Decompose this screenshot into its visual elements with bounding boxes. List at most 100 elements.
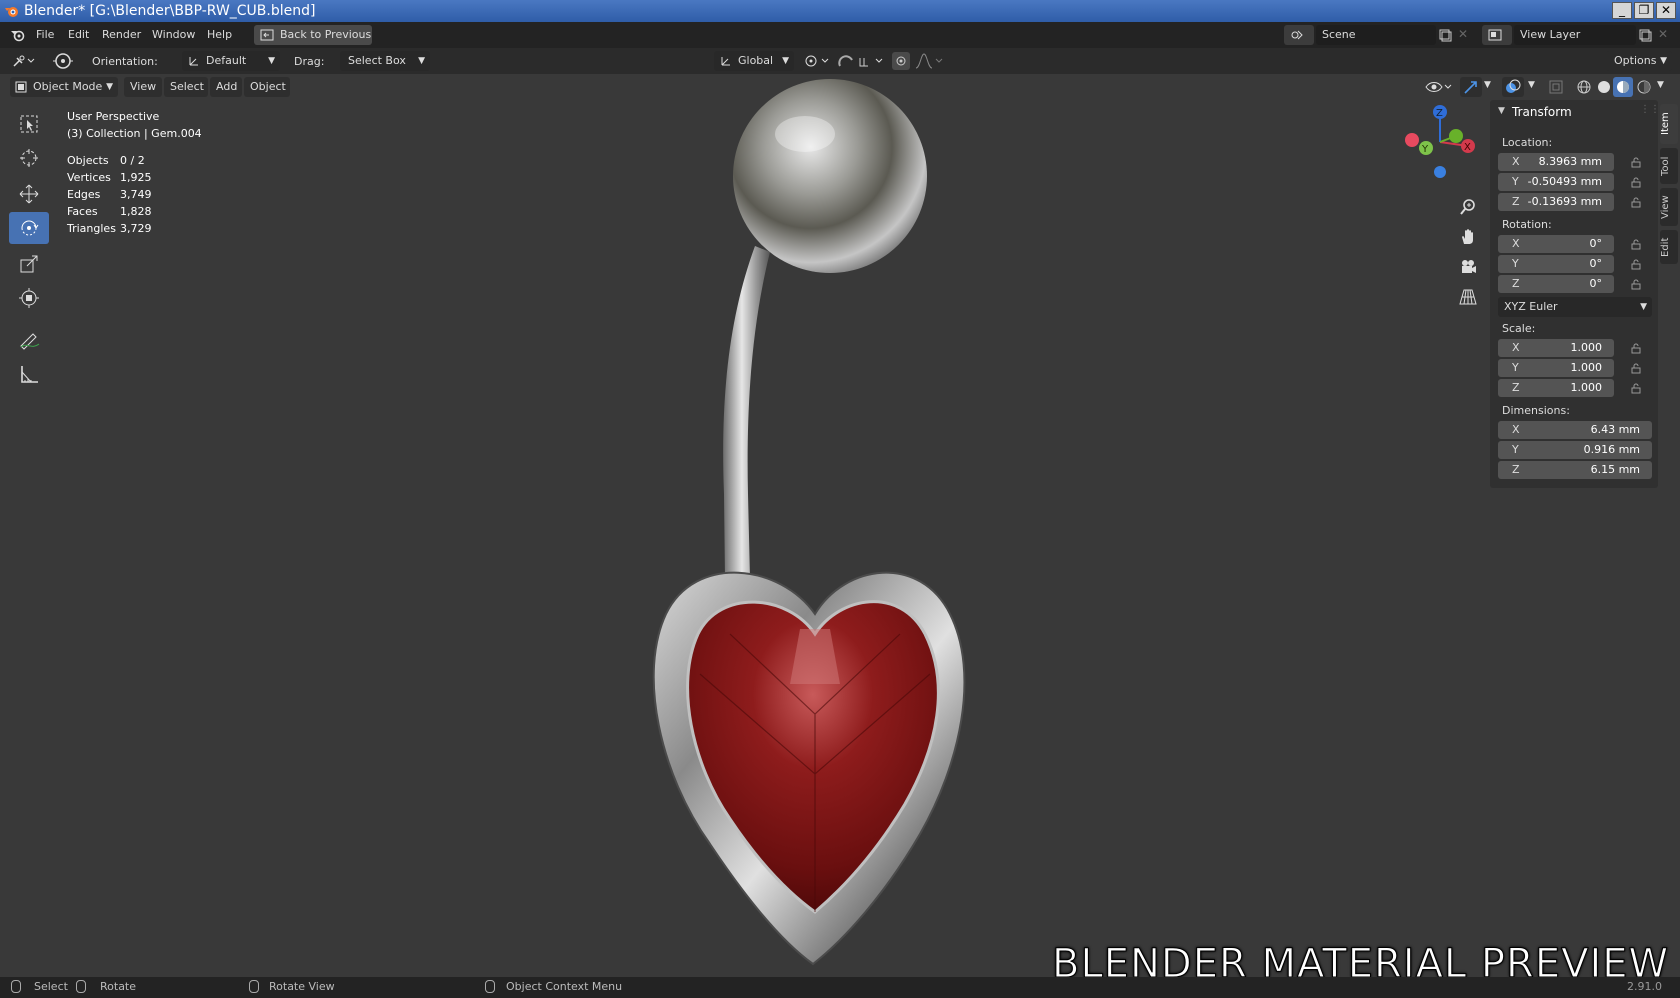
- axis-label: Z: [1512, 277, 1520, 290]
- snap-icon[interactable]: [836, 52, 886, 70]
- lock-icon[interactable]: [1630, 156, 1642, 168]
- lock-icon[interactable]: [1630, 382, 1642, 394]
- zoom-button[interactable]: [1455, 194, 1481, 220]
- lock-icon[interactable]: [1630, 278, 1642, 290]
- maximize-button[interactable]: ❐: [1634, 2, 1654, 19]
- shading-chevron-down-icon[interactable]: ▼: [1657, 80, 1664, 90]
- annotate-tool[interactable]: [9, 324, 49, 356]
- wireframe-shading-icon[interactable]: [1576, 79, 1592, 95]
- cursor-tool[interactable]: [9, 142, 49, 174]
- close-button[interactable]: ✕: [1656, 2, 1676, 19]
- lock-icon[interactable]: [1630, 196, 1642, 208]
- tab-tool[interactable]: Tool: [1660, 148, 1678, 184]
- rotation-mode-dropdown[interactable]: XYZ Euler ▼: [1498, 297, 1652, 317]
- rotation-y-field[interactable]: Y 0°: [1498, 255, 1614, 273]
- transform-panel-title[interactable]: Transform: [1512, 105, 1572, 119]
- gizmo-toggle-button[interactable]: [1460, 77, 1482, 97]
- object-mode-icon: [15, 81, 27, 93]
- menu-render[interactable]: Render: [102, 22, 141, 48]
- options-dropdown[interactable]: Options ▼: [1606, 51, 1672, 71]
- visibility-eye-icon[interactable]: [1424, 78, 1454, 96]
- xray-toggle-icon[interactable]: [1548, 79, 1564, 95]
- tab-edit[interactable]: Edit: [1660, 230, 1678, 264]
- falloff-curve-icon[interactable]: [914, 52, 944, 70]
- proportional-edit-button[interactable]: [892, 52, 910, 70]
- measure-tool[interactable]: [9, 358, 49, 390]
- scale-y-field[interactable]: Y 1.000: [1498, 359, 1614, 377]
- drag-dropdown[interactable]: Select Box ▼: [340, 51, 430, 71]
- sidebar-n-panel: ▼ Transform ⋮⋮ Location: X 8.3963 mm Y -0.…: [1490, 100, 1660, 488]
- view-layer-name-field[interactable]: View Layer: [1514, 25, 1636, 45]
- overlay-chevron-down-icon[interactable]: ▼: [1528, 80, 1535, 90]
- blender-menu-icon[interactable]: [10, 28, 26, 42]
- dimensions-x-field[interactable]: X 6.43 mm: [1498, 421, 1652, 439]
- lock-icon[interactable]: [1630, 238, 1642, 250]
- transform-orientation-dropdown[interactable]: Global ▼: [714, 51, 794, 71]
- view-layer-label: View Layer: [1520, 28, 1581, 41]
- scene-name-field[interactable]: Scene: [1316, 25, 1436, 45]
- hand-pan-icon: [1462, 229, 1473, 244]
- panel-drag-handle-icon[interactable]: ⋮⋮: [1640, 104, 1660, 115]
- select-box-tool[interactable]: [9, 108, 49, 140]
- menu-help[interactable]: Help: [207, 22, 232, 48]
- transform-tool[interactable]: [9, 282, 49, 314]
- location-x-field[interactable]: X 8.3963 mm: [1498, 153, 1614, 171]
- scale-tool[interactable]: [9, 248, 49, 280]
- mouse-middle-icon: [249, 980, 259, 993]
- add-menu[interactable]: Add: [210, 77, 242, 97]
- new-scene-icon[interactable]: [1438, 28, 1452, 42]
- pivot-point-icon[interactable]: [802, 52, 832, 70]
- rendered-shading-icon[interactable]: [1636, 79, 1652, 95]
- object-mode-dropdown[interactable]: Object Mode ▼: [10, 77, 118, 97]
- menu-edit[interactable]: Edit: [68, 22, 89, 48]
- ortho-toggle-button[interactable]: [1455, 284, 1481, 310]
- scale-label: Scale:: [1502, 322, 1536, 335]
- move-tool[interactable]: [9, 178, 49, 210]
- dimensions-z-field[interactable]: Z 6.15 mm: [1498, 461, 1652, 479]
- lock-icon[interactable]: [1630, 342, 1642, 354]
- scene-selector-button[interactable]: [1284, 25, 1314, 45]
- 3d-viewport[interactable]: User Perspective (3) Collection | Gem.00…: [0, 74, 1680, 977]
- menu-window[interactable]: Window: [152, 22, 195, 48]
- lock-icon[interactable]: [1630, 176, 1642, 188]
- minimize-button[interactable]: _: [1612, 2, 1632, 19]
- orientation-dropdown[interactable]: Default ▼: [182, 51, 280, 71]
- rotation-x-field[interactable]: X 0°: [1498, 235, 1614, 253]
- stat-triangles-label: Triangles: [67, 222, 116, 235]
- overlay-toggle-button[interactable]: [1502, 77, 1524, 97]
- new-view-layer-icon[interactable]: [1638, 28, 1652, 42]
- delete-scene-icon[interactable]: ✕: [1458, 27, 1468, 41]
- stat-triangles-value: 3,729: [120, 222, 152, 235]
- scale-x-field[interactable]: X 1.000: [1498, 339, 1614, 357]
- lock-icon[interactable]: [1630, 258, 1642, 270]
- rotation-z-field[interactable]: Z 0°: [1498, 275, 1614, 293]
- pan-button[interactable]: [1455, 224, 1481, 250]
- solid-shading-icon[interactable]: [1596, 79, 1612, 95]
- object-menu[interactable]: Object: [244, 77, 290, 97]
- gizmo-y-label: Y: [1421, 144, 1429, 155]
- camera-view-button[interactable]: [1455, 254, 1481, 280]
- active-tool-icon[interactable]: [50, 52, 76, 70]
- navigation-gizmo[interactable]: Z X Y: [1400, 102, 1480, 184]
- tab-view[interactable]: View: [1660, 188, 1678, 226]
- delete-view-layer-icon[interactable]: ✕: [1658, 27, 1668, 41]
- grid-perspective-icon: [1459, 289, 1477, 305]
- menu-file[interactable]: File: [36, 22, 54, 48]
- tab-item[interactable]: Item: [1660, 104, 1678, 144]
- view-menu[interactable]: View: [124, 77, 162, 97]
- chevron-down-icon: ▼: [268, 56, 275, 66]
- location-y-field[interactable]: Y -0.50493 mm: [1498, 173, 1614, 191]
- select-menu[interactable]: Select: [164, 77, 208, 97]
- scale-z-field[interactable]: Z 1.000: [1498, 379, 1614, 397]
- rotate-tool[interactable]: [9, 212, 49, 244]
- gizmo-chevron-down-icon[interactable]: ▼: [1484, 80, 1491, 90]
- zoom-magnifier-icon: [1460, 199, 1475, 215]
- lock-icon[interactable]: [1630, 362, 1642, 374]
- material-preview-shading-button[interactable]: [1613, 77, 1633, 97]
- editor-type-button[interactable]: [8, 51, 40, 71]
- dimensions-y-field[interactable]: Y 0.916 mm: [1498, 441, 1652, 459]
- panel-collapse-icon[interactable]: ▼: [1498, 106, 1505, 116]
- view-layer-selector-button[interactable]: [1482, 25, 1512, 45]
- location-z-field[interactable]: Z -0.13693 mm: [1498, 193, 1614, 211]
- back-to-previous-button[interactable]: Back to Previous: [254, 25, 372, 45]
